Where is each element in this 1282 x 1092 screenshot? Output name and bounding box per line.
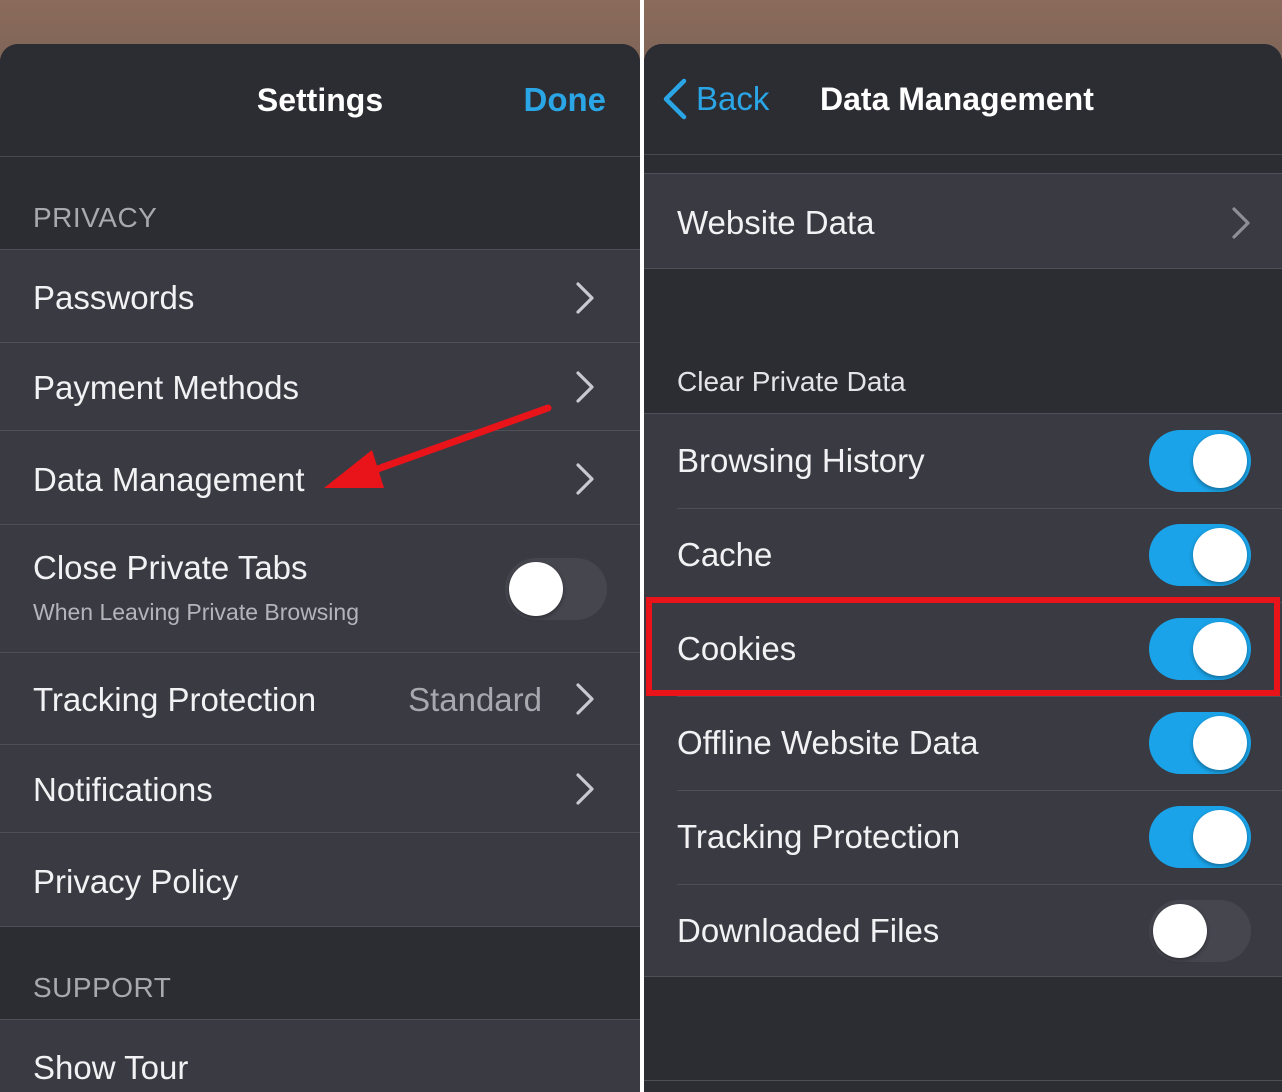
done-button[interactable]: Done xyxy=(524,44,607,156)
row-label: Offline Website Data xyxy=(677,724,979,761)
toggle-row-cache: Cache xyxy=(677,508,1282,603)
section-header-privacy: PRIVACY xyxy=(33,202,158,233)
chevron-right-icon xyxy=(1232,207,1250,239)
toggle-knob xyxy=(1153,904,1207,958)
data-management-panel: Back Data Management Website Data Clear … xyxy=(644,0,1282,1092)
back-button-label: Back xyxy=(696,80,770,117)
downloaded-files-toggle[interactable] xyxy=(1149,900,1251,962)
row-label: Passwords xyxy=(33,279,195,316)
red-arrow-annotation xyxy=(324,404,552,488)
row-label: Payment Methods xyxy=(33,369,299,406)
bottom-separator xyxy=(644,1080,1282,1081)
chevron-right-icon xyxy=(576,683,594,715)
back-button[interactable]: Back xyxy=(660,44,769,154)
chevron-right-icon xyxy=(576,773,594,805)
row-sublabel: When Leaving Private Browsing xyxy=(33,599,359,625)
row-label: Data Management xyxy=(33,461,305,498)
chevron-right-icon xyxy=(576,282,594,314)
chevron-left-icon xyxy=(663,78,687,120)
offline-website-data-toggle[interactable] xyxy=(1149,712,1251,774)
row-label: Show Tour xyxy=(33,1049,189,1086)
settings-row-show-tour[interactable]: Show Tour xyxy=(0,1019,640,1092)
browsing-history-toggle[interactable] xyxy=(1149,430,1251,492)
toggle-knob xyxy=(1193,810,1247,864)
row-label: Close Private Tabs xyxy=(33,549,308,586)
row-label: Tracking Protection xyxy=(33,681,317,718)
toggle-row-tracking-protection: Tracking Protection xyxy=(677,790,1282,885)
settings-row-close-private-tabs: Close Private Tabs When Leaving Private … xyxy=(0,525,640,653)
chevron-right-icon xyxy=(576,371,594,403)
settings-row-passwords[interactable]: Passwords xyxy=(0,249,640,343)
row-label: Website Data xyxy=(677,204,875,241)
settings-row-notifications[interactable]: Notifications xyxy=(0,745,640,833)
settings-navbar: Settings Done xyxy=(0,44,640,157)
close-private-tabs-toggle[interactable] xyxy=(505,558,607,620)
toggle-knob xyxy=(509,562,563,616)
settings-row-privacy-policy[interactable]: Privacy Policy xyxy=(0,833,640,927)
chevron-right-icon xyxy=(576,463,594,495)
section-header-clear-private-data: Clear Private Data xyxy=(677,366,906,397)
row-label: Notifications xyxy=(33,771,213,808)
row-label: Privacy Policy xyxy=(33,863,239,900)
toggle-knob xyxy=(1193,528,1247,582)
row-label: Tracking Protection xyxy=(677,818,961,855)
data-management-navbar: Back Data Management xyxy=(644,44,1282,155)
data-management-sheet: Back Data Management Website Data Clear … xyxy=(644,44,1282,1092)
section-header-support: SUPPORT xyxy=(33,972,172,1003)
settings-panel: Settings Done PRIVACY Passwords Payment … xyxy=(0,0,640,1092)
settings-sheet: Settings Done PRIVACY Passwords Payment … xyxy=(0,44,640,1092)
toggle-row-downloaded-files: Downloaded Files xyxy=(677,884,1282,978)
row-label: Cache xyxy=(677,536,773,573)
toggle-knob xyxy=(1193,434,1247,488)
cache-toggle[interactable] xyxy=(1149,524,1251,586)
row-label: Downloaded Files xyxy=(677,912,940,949)
page-title: Data Management xyxy=(820,81,1094,117)
settings-row-tracking-protection[interactable]: Tracking Protection Standard xyxy=(0,653,640,745)
toggle-row-browsing-history: Browsing History xyxy=(677,414,1282,509)
website-data-row[interactable]: Website Data xyxy=(644,173,1282,269)
cookies-highlight-box xyxy=(646,597,1280,696)
toggle-knob xyxy=(1193,716,1247,770)
tracking-protection-toggle[interactable] xyxy=(1149,806,1251,868)
toggle-row-offline-website-data: Offline Website Data xyxy=(677,696,1282,791)
row-label: Browsing History xyxy=(677,442,925,479)
row-value: Standard xyxy=(408,681,542,718)
